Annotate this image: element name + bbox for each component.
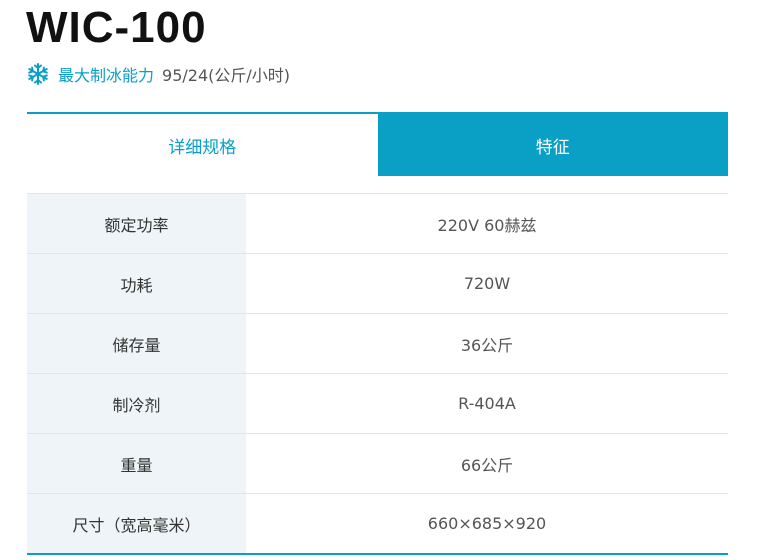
spec-key: 制冷剂 <box>27 374 246 433</box>
spec-value: 660×685×920 <box>246 494 728 553</box>
capacity-label: 最大制冰能力 <box>58 66 155 85</box>
spec-tabs: 详细规格 特征 <box>27 112 728 176</box>
spec-key: 重量 <box>27 434 246 493</box>
spec-value: 36公斤 <box>246 314 728 373</box>
spec-key: 额定功率 <box>27 194 246 253</box>
table-row: 储存量 36公斤 <box>27 314 728 374</box>
snowflake-icon <box>26 62 50 86</box>
ice-capacity: 最大制冰能力 95/24(公斤/小时) <box>26 60 290 88</box>
capacity-value: 95/24(公斤/小时) <box>162 66 291 85</box>
spec-key: 储存量 <box>27 314 246 373</box>
spec-key: 尺寸（宽高毫米） <box>27 494 246 553</box>
spec-value: R-404A <box>246 374 728 433</box>
spec-value: 720W <box>246 254 728 313</box>
tab-label: 详细规格 <box>168 137 237 158</box>
product-spec-page: WIC-100 最大制冰能力 95/24(公斤/小时) 详细规格 特征 额定功率… <box>0 0 761 560</box>
product-title: WIC-100 <box>26 3 207 52</box>
tab-detailed-specs[interactable]: 详细规格 <box>27 114 378 176</box>
spec-value: 220V 60赫兹 <box>246 194 728 253</box>
table-row: 制冷剂 R-404A <box>27 374 728 434</box>
table-row: 重量 66公斤 <box>27 434 728 494</box>
spec-table: 额定功率 220V 60赫兹 功耗 720W 储存量 36公斤 制冷剂 R-40… <box>27 193 728 555</box>
spec-value: 66公斤 <box>246 434 728 493</box>
tab-label: 特征 <box>535 137 570 158</box>
table-row: 功耗 720W <box>27 254 728 314</box>
table-row: 尺寸（宽高毫米） 660×685×920 <box>27 494 728 553</box>
tab-features[interactable]: 特征 <box>377 114 728 176</box>
spec-key: 功耗 <box>27 254 246 313</box>
table-row: 额定功率 220V 60赫兹 <box>27 194 728 254</box>
